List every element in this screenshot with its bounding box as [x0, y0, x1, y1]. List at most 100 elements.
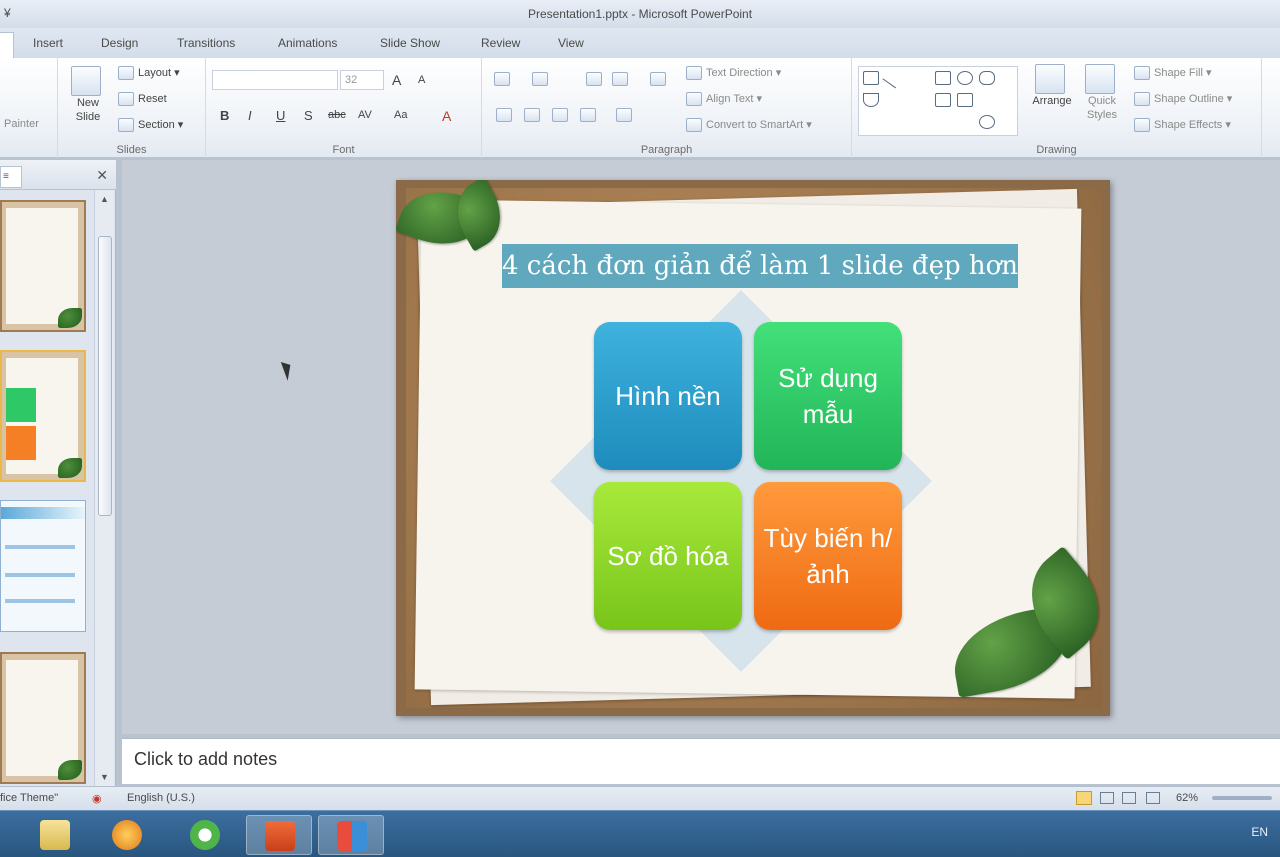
quick-styles-button[interactable]: Quick Styles	[1080, 64, 1124, 122]
slide-thumbnail-1[interactable]	[0, 200, 86, 332]
slide-thumbnail-3[interactable]	[0, 500, 86, 632]
shape-fill-button[interactable]: Shape Fill ▾	[1134, 66, 1212, 81]
section-label: Section	[138, 119, 175, 131]
shape-effects-button[interactable]: Shape Effects ▾	[1134, 118, 1231, 133]
oval-shape-icon[interactable]	[957, 71, 973, 85]
align-left-icon[interactable]	[496, 108, 512, 122]
slides-pane-scrollbar[interactable]: ▲ ▼	[94, 190, 114, 786]
tile-customize-image[interactable]: Tùy biến h/ảnh	[754, 482, 902, 630]
tab-transitions[interactable]: Transitions	[177, 36, 235, 50]
taskbar-powerpoint[interactable]	[246, 815, 312, 855]
align-right-icon[interactable]	[552, 108, 568, 122]
powerpoint-icon	[265, 821, 295, 851]
slides-group: New Slide Layout ▾ Reset Section ▾ Slide…	[58, 58, 206, 158]
drawing-group-label: Drawing	[1036, 144, 1077, 156]
align-center-icon[interactable]	[524, 108, 540, 122]
shadow-button[interactable]: S	[304, 108, 313, 123]
outline-tab[interactable]: ≡	[0, 166, 22, 188]
rectangle-shape-icon[interactable]	[935, 71, 951, 85]
taskbar-office[interactable]	[318, 815, 384, 855]
numbering-icon[interactable]	[532, 72, 548, 86]
text-direction-button[interactable]: Text Direction ▾	[686, 66, 781, 81]
tab-slide-show[interactable]: Slide Show	[380, 36, 440, 50]
slide-sorter-icon[interactable]	[1100, 792, 1114, 804]
star-shape-icon[interactable]	[979, 115, 995, 129]
format-painter-button[interactable]: Painter	[4, 118, 39, 130]
font-size-field[interactable]: 32	[340, 70, 384, 90]
strikethrough-button[interactable]: abc	[328, 109, 346, 121]
taskbar-explorer[interactable]	[22, 815, 88, 855]
tile-diagram[interactable]: Sơ đồ hóa	[594, 482, 742, 630]
shape-outline-button[interactable]: Shape Outline ▾	[1134, 92, 1232, 107]
tab-home[interactable]	[0, 32, 14, 58]
slide-thumbnail-4[interactable]	[0, 652, 86, 784]
new-slide-button[interactable]: New Slide	[68, 66, 108, 124]
language-indicator[interactable]: English (U.S.)	[127, 792, 195, 804]
reset-button[interactable]: Reset	[118, 92, 167, 106]
underline-button[interactable]: U	[276, 108, 285, 123]
slides-group-label: Slides	[116, 144, 147, 156]
tab-design[interactable]: Design	[101, 36, 138, 50]
rounded-rect-shape-icon[interactable]	[979, 71, 995, 85]
textbox-shape-icon[interactable]	[863, 71, 879, 85]
decrease-indent-icon[interactable]	[586, 72, 602, 86]
layout-button[interactable]: Layout ▾	[118, 66, 180, 81]
slide-title[interactable]: 4 cách đơn giản để làm 1 slide đẹp hơn	[502, 244, 1018, 288]
scroll-down-icon[interactable]: ▼	[100, 772, 109, 782]
shapes-gallery[interactable]	[858, 66, 1018, 136]
zoom-slider[interactable]	[1212, 796, 1272, 800]
thumbnail-bar	[5, 573, 75, 577]
shape-fill-icon	[1134, 66, 1150, 81]
slideshow-icon[interactable]	[1146, 792, 1160, 804]
tray-language[interactable]: EN	[1251, 825, 1268, 839]
tab-review[interactable]: Review	[481, 36, 520, 50]
new-slide-icon	[71, 66, 101, 96]
layout-label: Layout	[138, 67, 172, 79]
tab-animations[interactable]: Animations	[278, 36, 337, 50]
office-icon	[337, 821, 367, 851]
tab-view[interactable]: View	[558, 36, 584, 50]
current-slide[interactable]: 4 cách đơn giản để làm 1 slide đẹp hơn H…	[396, 180, 1110, 716]
arrow-down-shape-icon[interactable]	[957, 93, 973, 107]
taskbar-media-player[interactable]	[94, 815, 160, 855]
change-case-button[interactable]: Aa	[394, 109, 407, 121]
smartart-icon	[686, 118, 702, 133]
close-icon[interactable]: ✕	[96, 167, 108, 184]
arrange-button[interactable]: Arrange	[1030, 64, 1074, 108]
shrink-font-button[interactable]: A	[418, 74, 425, 86]
font-name-field[interactable]	[212, 70, 338, 90]
slide-thumbnail-2[interactable]	[0, 350, 86, 482]
tile-background[interactable]: Hình nền	[594, 322, 742, 470]
section-button[interactable]: Section ▾	[118, 118, 183, 133]
scrollbar-thumb[interactable]	[98, 236, 112, 516]
triangle-shape-icon[interactable]	[863, 93, 879, 107]
align-text-button[interactable]: Align Text ▾	[686, 92, 762, 107]
spellcheck-icon[interactable]: ◉	[92, 792, 102, 805]
quick-styles-icon	[1085, 64, 1115, 94]
tile-use-template[interactable]: Sử dụng mẫu	[754, 322, 902, 470]
line-spacing-icon[interactable]	[650, 72, 666, 86]
increase-indent-icon[interactable]	[612, 72, 628, 86]
notes-placeholder[interactable]: Click to add notes	[134, 749, 277, 770]
reading-view-icon[interactable]	[1122, 792, 1136, 804]
italic-button[interactable]: I	[248, 108, 252, 123]
notes-pane[interactable]: Click to add notes	[122, 738, 1280, 784]
bullets-icon[interactable]	[494, 72, 510, 86]
grow-font-button[interactable]: A	[392, 72, 401, 88]
normal-view-icon[interactable]	[1076, 791, 1092, 805]
bold-button[interactable]: B	[220, 108, 229, 123]
scroll-up-icon[interactable]: ▲	[100, 194, 109, 204]
justify-icon[interactable]	[580, 108, 596, 122]
convert-smartart-button[interactable]: Convert to SmartArt ▾	[686, 118, 812, 133]
font-color-button[interactable]: A	[442, 108, 451, 124]
theme-name[interactable]: fice Theme"	[0, 792, 58, 804]
line-shape-icon[interactable]	[882, 67, 904, 89]
columns-icon[interactable]	[616, 108, 632, 122]
arrow-right-shape-icon[interactable]	[935, 93, 951, 107]
taskbar: EN	[0, 810, 1280, 857]
character-spacing-button[interactable]: AV	[358, 109, 372, 121]
shape-outline-icon	[1134, 92, 1150, 107]
tab-insert[interactable]: Insert	[33, 36, 63, 50]
zoom-level[interactable]: 62%	[1176, 792, 1198, 804]
taskbar-app[interactable]	[172, 815, 238, 855]
